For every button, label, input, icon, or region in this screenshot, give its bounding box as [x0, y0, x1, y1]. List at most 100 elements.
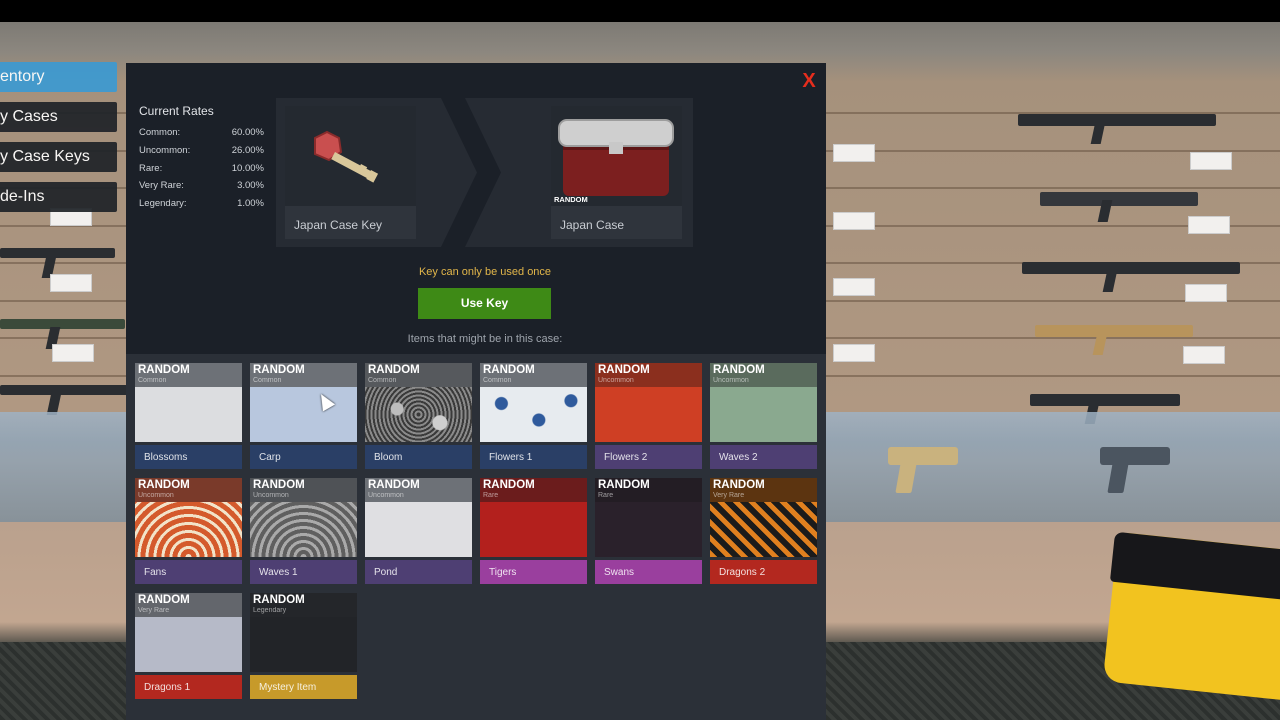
item-skin-preview	[365, 502, 472, 557]
price-tag	[1188, 216, 1230, 234]
item-random-label: RANDOM	[713, 364, 765, 376]
item-skin-preview	[365, 387, 472, 442]
case-item-tile[interactable]: RANDOM Common Carp	[250, 363, 357, 469]
item-header: RANDOM Uncommon	[250, 478, 357, 502]
item-footer: Dragons 1	[135, 675, 242, 699]
item-header: RANDOM Legendary	[250, 593, 357, 617]
item-random-label: RANDOM	[253, 594, 305, 606]
item-random-label: RANDOM	[368, 479, 420, 491]
tab-inventory[interactable]: entory	[0, 62, 117, 92]
item-random-label: RANDOM	[483, 364, 535, 376]
item-skin-preview	[480, 387, 587, 442]
case-item-tile[interactable]: RANDOM Legendary Mystery Item	[250, 593, 357, 699]
case-slot-label: Japan Case	[560, 218, 625, 232]
case-item-tile[interactable]: RANDOM Uncommon Fans	[135, 478, 242, 584]
item-footer: Flowers 2	[595, 445, 702, 469]
item-rarity-label: Very Rare	[713, 492, 745, 499]
item-skin-preview	[250, 617, 357, 672]
key-slot-image	[285, 106, 416, 206]
rates-title: Current Rates	[139, 104, 214, 118]
item-rarity-label: Common	[253, 377, 282, 384]
item-header: RANDOM Very Rare	[710, 478, 817, 502]
item-random-label: RANDOM	[138, 594, 190, 606]
item-skin-preview	[480, 502, 587, 557]
item-name-label: Tigers	[489, 567, 517, 578]
item-random-label: RANDOM	[598, 364, 650, 376]
case-item-tile[interactable]: RANDOM Uncommon Flowers 2	[595, 363, 702, 469]
pistol-icon	[1100, 447, 1170, 465]
item-footer: Dragons 2	[710, 560, 817, 584]
close-button[interactable]: X	[798, 69, 820, 93]
case-item-tile[interactable]: RANDOM Very Rare Dragons 2	[710, 478, 817, 584]
rate-row: Very Rare: 3.00%	[139, 180, 264, 192]
tab-buy-cases[interactable]: y Cases	[0, 102, 117, 132]
item-footer: Swans	[595, 560, 702, 584]
item-header: RANDOM Uncommon	[365, 478, 472, 502]
item-footer: Mystery Item	[250, 675, 357, 699]
item-skin-preview	[595, 502, 702, 557]
key-icon	[314, 130, 379, 183]
case-slot[interactable]: RANDOM Japan Case	[551, 106, 682, 239]
item-skin-preview	[710, 387, 817, 442]
item-name-label: Waves 1	[259, 567, 298, 578]
item-name-label: Fans	[144, 567, 167, 578]
item-skin-preview	[250, 387, 357, 442]
item-header: RANDOM Rare	[595, 478, 702, 502]
item-name-label: Mystery Item	[259, 682, 317, 693]
item-footer: Flowers 1	[480, 445, 587, 469]
top-letterbox	[0, 0, 1280, 22]
item-rarity-label: Common	[138, 377, 167, 384]
item-skin-preview	[250, 502, 357, 557]
item-header: RANDOM Common	[250, 363, 357, 387]
item-header: RANDOM Uncommon	[135, 478, 242, 502]
use-key-button[interactable]: Use Key	[418, 288, 551, 319]
item-footer: Pond	[365, 560, 472, 584]
item-header: RANDOM Uncommon	[710, 363, 817, 387]
item-header: RANDOM Uncommon	[595, 363, 702, 387]
case-open-modal: X Current Rates Common: 60.00% Uncommon: 2…	[126, 63, 826, 720]
item-random-label: RANDOM	[138, 364, 190, 376]
case-item-tile[interactable]: RANDOM Common Bloom	[365, 363, 472, 469]
display-counter	[0, 412, 126, 522]
case-item-tile[interactable]: RANDOM Uncommon Pond	[365, 478, 472, 584]
case-item-tile[interactable]: RANDOM Rare Swans	[595, 478, 702, 584]
item-rarity-label: Rare	[598, 492, 614, 499]
rifle-icon	[0, 385, 128, 395]
item-header: RANDOM Very Rare	[135, 593, 242, 617]
item-name-label: Blossoms	[144, 452, 188, 463]
case-item-tile[interactable]: RANDOM Common Blossoms	[135, 363, 242, 469]
rifle-icon	[0, 248, 115, 258]
item-rarity-label: Uncommon	[368, 492, 404, 499]
item-skin-preview	[135, 387, 242, 442]
case-item-tile[interactable]: RANDOM Uncommon Waves 1	[250, 478, 357, 584]
price-tag	[1190, 152, 1232, 170]
case-item-tile[interactable]: RANDOM Very Rare Dragons 1	[135, 593, 242, 699]
price-tag	[1183, 346, 1225, 364]
item-header: RANDOM Rare	[480, 478, 587, 502]
item-footer: Waves 1	[250, 560, 357, 584]
case-item-tile[interactable]: RANDOM Uncommon Waves 2	[710, 363, 817, 469]
item-name-label: Waves 2	[719, 452, 758, 463]
tab-trade-ins[interactable]: de-Ins	[0, 182, 117, 212]
price-tag	[833, 278, 875, 296]
price-tag	[52, 344, 94, 362]
rifle-icon	[1030, 394, 1180, 406]
key-slot[interactable]: Japan Case Key	[285, 106, 416, 239]
item-rarity-label: Uncommon	[138, 492, 174, 499]
item-rarity-label: Very Rare	[138, 607, 170, 614]
price-tag	[833, 144, 875, 162]
item-random-label: RANDOM	[368, 364, 420, 376]
item-name-label: Flowers 2	[604, 452, 648, 463]
item-name-label: Flowers 1	[489, 452, 533, 463]
item-skin-preview	[135, 617, 242, 672]
key-slot-label: Japan Case Key	[294, 218, 383, 232]
case-item-tile[interactable]: RANDOM Rare Tigers	[480, 478, 587, 584]
item-footer: Tigers	[480, 560, 587, 584]
tab-buy-case-keys[interactable]: y Case Keys	[0, 142, 117, 172]
item-random-label: RANDOM	[138, 479, 190, 491]
item-name-label: Pond	[374, 567, 398, 578]
case-item-tile[interactable]: RANDOM Common Flowers 1	[480, 363, 587, 469]
item-rarity-label: Uncommon	[713, 377, 749, 384]
item-name-label: Dragons 1	[144, 682, 191, 693]
price-tag	[50, 274, 92, 292]
